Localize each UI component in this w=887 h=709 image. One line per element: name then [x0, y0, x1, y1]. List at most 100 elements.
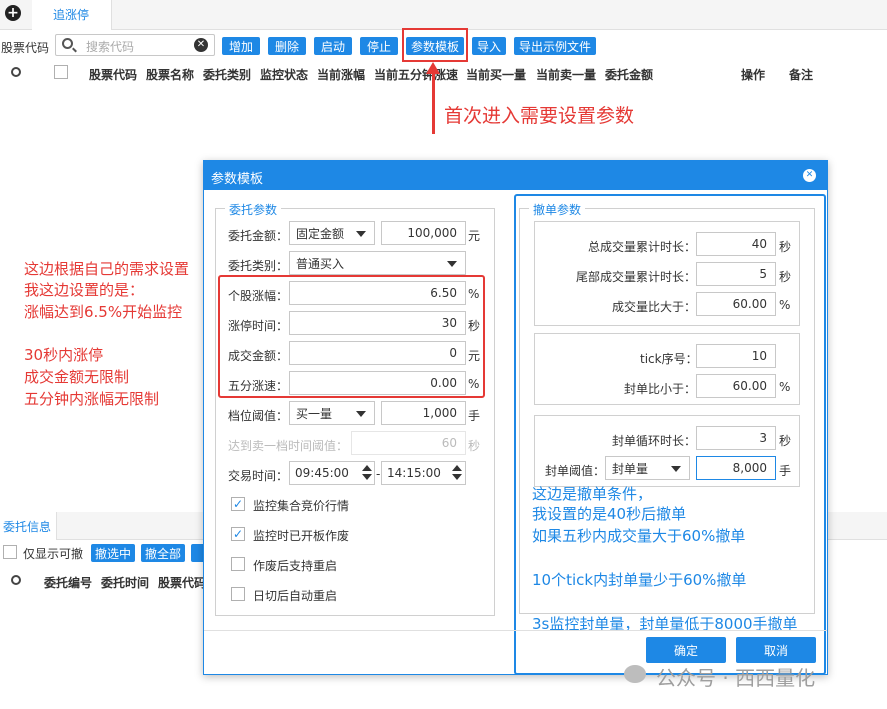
tick-label: tick序号：: [640, 352, 698, 366]
table-search-icon[interactable]: [11, 67, 21, 77]
seal-cycle-input[interactable]: 3: [696, 426, 776, 450]
dialog-titlebar: [203, 160, 828, 190]
tab-bar: [0, 0, 887, 30]
total-vol-unit: 秒: [779, 240, 792, 254]
check-void-checkbox[interactable]: ✓: [231, 527, 245, 541]
only-cancelable-checkbox[interactable]: [3, 545, 17, 559]
clear-icon[interactable]: ✕: [194, 38, 208, 52]
right-note-5: 3s监控封单量，封单量低于8000手撤单: [532, 615, 798, 633]
right-note-1: 这边是撤单条件，: [532, 485, 653, 503]
reach-sell-input: 60: [351, 431, 466, 455]
amount-mode-value: 固定金额: [296, 226, 345, 241]
tick-input[interactable]: 10: [696, 344, 776, 368]
seal-threshold-label: 封单阈值：: [545, 464, 606, 478]
level-unit: 手: [468, 409, 481, 423]
arrow-head: [426, 62, 440, 74]
amount-mode-select[interactable]: 固定金额: [289, 221, 375, 245]
check-auction-checkbox[interactable]: ✓: [231, 497, 245, 511]
stock-code-label: 股票代码: [1, 41, 50, 55]
seal-ratio-unit: %: [779, 380, 791, 394]
col-monitor-status: 监控状态: [260, 68, 309, 82]
wechat-icon: [624, 665, 646, 683]
left-note-1: 这边根据自己的需求设置: [24, 260, 190, 278]
check-daily-restart-label: 日切后自动重启: [253, 589, 338, 603]
trade-end-value: 14:15:00: [387, 466, 441, 480]
seal-ratio-label: 封单比小于：: [624, 382, 697, 396]
vol-ratio-input[interactable]: 60.00: [696, 292, 776, 316]
dialog-footer-divider: [204, 630, 827, 631]
seal-cycle-label: 封单循环时长：: [612, 434, 697, 448]
amount-input[interactable]: 100,000: [381, 221, 466, 245]
close-icon[interactable]: ✕: [803, 169, 816, 182]
col-stock-code: 股票代码: [89, 68, 138, 82]
watermark: 公众号 · 西西量化: [656, 666, 816, 690]
col-order-amount: 委托金额: [605, 68, 654, 82]
search-input[interactable]: [55, 34, 215, 56]
seal-threshold-mode: 封单量: [612, 461, 649, 476]
select-all-checkbox[interactable]: [54, 65, 68, 79]
seal-threshold-unit: 手: [779, 464, 792, 478]
tail-vol-input[interactable]: 5: [696, 262, 776, 286]
check-void-label: 监控时已开板作废: [253, 529, 350, 543]
cancel-selected-button[interactable]: 撤选中: [91, 544, 135, 562]
total-vol-input[interactable]: 40: [696, 232, 776, 256]
right-note-4: 10个tick内封单量少于60%撤单: [532, 571, 747, 589]
delete-button[interactable]: 删除: [268, 37, 306, 55]
start-button[interactable]: 启动: [314, 37, 352, 55]
right-note-2: 我设置的是40秒后撤单: [532, 505, 687, 523]
callout-top: 首次进入需要设置参数: [444, 105, 635, 127]
trade-time-sep: -: [376, 467, 381, 481]
only-cancelable-label: 仅显示可撤: [23, 547, 84, 561]
seal-ratio-input[interactable]: 60.00: [696, 374, 776, 398]
search-placeholder: 搜索代码: [86, 40, 135, 54]
tail-vol-unit: 秒: [779, 270, 792, 284]
start-spinner-up-icon[interactable]: [362, 465, 372, 471]
export-sample-button[interactable]: 导出示例文件: [514, 37, 596, 55]
left-note-3: 涨幅达到6.5%开始监控: [24, 303, 183, 321]
tab-label: 追涨停: [53, 8, 90, 22]
dialog-title: 参数模板: [211, 172, 264, 187]
trade-time-label: 交易时间：: [228, 469, 289, 483]
col-bid1-vol: 当前买一量: [466, 68, 527, 82]
chevron-down-icon: [356, 231, 366, 237]
check-auction-label: 监控集合竞价行情: [253, 499, 350, 513]
level-mode-select[interactable]: 买一量: [289, 401, 375, 425]
add-button[interactable]: 增加: [222, 37, 260, 55]
col-ask1-vol: 当前卖一量: [536, 68, 597, 82]
left-note-5: 成交金额无限制: [24, 368, 130, 386]
end-spinner-up-icon[interactable]: [452, 465, 462, 471]
seal-threshold-select[interactable]: 封单量: [605, 456, 690, 480]
col-current-rise: 当前涨幅: [317, 68, 366, 82]
level-label: 档位阈值：: [228, 409, 289, 423]
col-order-type: 委托类别: [203, 68, 252, 82]
start-spinner-down-icon[interactable]: [362, 474, 372, 480]
cancel-button[interactable]: 取消: [736, 637, 816, 663]
col-order-no: 委托编号: [44, 576, 93, 590]
tail-vol-label: 尾部成交量累计时长：: [576, 270, 697, 284]
col-operation: 操作: [741, 68, 766, 82]
cancel-all-button[interactable]: 撤全部: [141, 544, 185, 562]
search-icon: [62, 38, 73, 49]
level-input[interactable]: 1,000: [381, 401, 466, 425]
seal-threshold-input[interactable]: 8,000: [696, 456, 776, 480]
left-note-2: 我这边设置的是：: [24, 281, 145, 299]
category-select[interactable]: 普通买入: [289, 251, 466, 275]
bottom-search-icon[interactable]: [11, 575, 21, 585]
seal-cycle-unit: 秒: [779, 434, 792, 448]
param-template-highlight: [402, 28, 468, 62]
chevron-down-icon: [671, 466, 681, 472]
amount-label: 委托金额：: [228, 229, 289, 243]
vol-ratio-label: 成交量比大于：: [612, 300, 697, 314]
col-order-time: 委托时间: [101, 576, 150, 590]
end-spinner-down-icon[interactable]: [452, 474, 462, 480]
vol-ratio-unit: %: [779, 298, 791, 312]
import-button[interactable]: 导入: [472, 37, 506, 55]
reach-sell-label: 达到卖一档时间阈值：: [228, 439, 349, 453]
check-daily-restart-checkbox[interactable]: [231, 587, 245, 601]
check-restart-checkbox[interactable]: [231, 557, 245, 571]
check-restart-label: 作废后支持重启: [253, 559, 338, 573]
ok-button[interactable]: 确定: [646, 637, 726, 663]
params-highlight: [218, 275, 485, 398]
add-tab-icon[interactable]: +: [5, 5, 21, 21]
stop-button[interactable]: 停止: [360, 37, 398, 55]
